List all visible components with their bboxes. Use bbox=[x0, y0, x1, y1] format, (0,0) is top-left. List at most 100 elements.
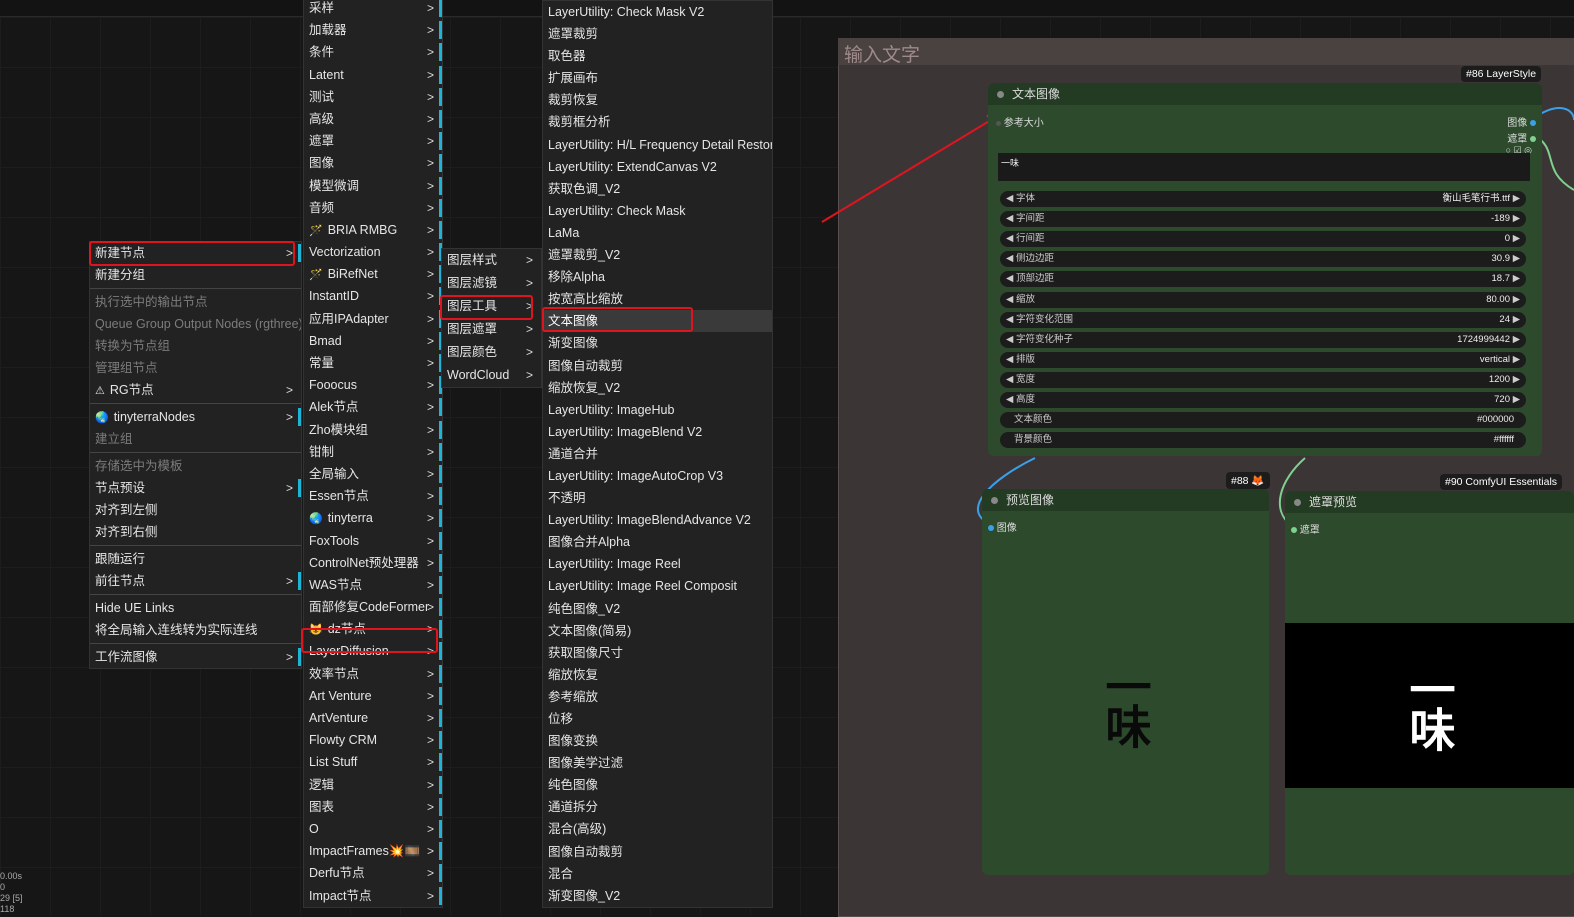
widget-5[interactable]: ◀ 缩放 80.00 ▶ bbox=[1000, 291, 1526, 308]
category-menu-item-29[interactable]: LayerDiffusion > bbox=[304, 640, 442, 662]
decrement-arrow-icon[interactable]: ◀ bbox=[1006, 352, 1013, 368]
category-menu-item-35[interactable]: 逻辑 > bbox=[304, 774, 442, 796]
category-menu-item-38[interactable]: ImpactFrames💥🎞️ > bbox=[304, 840, 442, 862]
category-menu-item-17[interactable]: Fooocus > bbox=[304, 374, 442, 396]
main-menu-item-18[interactable]: 前往节点 > bbox=[90, 570, 301, 592]
main-menu-item-17[interactable]: 跟随运行 bbox=[90, 548, 301, 570]
widget-12[interactable]: 背景颜色 #ffffff bbox=[1000, 432, 1526, 449]
node-header[interactable]: 遮罩预览 bbox=[1285, 491, 1574, 513]
dz-menu-item-1[interactable]: 图层滤镜 > bbox=[442, 272, 541, 295]
category-menu-item-28[interactable]: 😺 dz节点 > bbox=[304, 618, 442, 640]
dz-menu-item-4[interactable]: 图层颜色 > bbox=[442, 341, 541, 364]
main-menu-item-0[interactable]: 新建节点 > bbox=[90, 242, 301, 264]
output-port-mask[interactable]: 遮罩 bbox=[1507, 130, 1536, 145]
tools-menu-item-22[interactable]: 不透明 bbox=[543, 487, 772, 509]
increment-arrow-icon[interactable]: ▶ bbox=[1513, 392, 1520, 408]
category-menu-item-40[interactable]: Impact节点 > bbox=[304, 885, 442, 907]
tools-menu-item-7[interactable]: LayerUtility: ExtendCanvas V2 bbox=[543, 156, 772, 178]
increment-arrow-icon[interactable]: ▶ bbox=[1513, 251, 1520, 267]
widget-6[interactable]: ◀ 字符变化范围 24 ▶ bbox=[1000, 311, 1526, 328]
category-menu-item-12[interactable]: 🪄 BiRefNet > bbox=[304, 263, 442, 285]
widget-3[interactable]: ◀ 侧边边距 30.9 ▶ bbox=[1000, 251, 1526, 268]
tools-menu-item-16[interactable]: 图像自动裁剪 bbox=[543, 355, 772, 377]
tools-menu-item-39[interactable]: 混合 bbox=[543, 863, 772, 885]
tools-menu-item-6[interactable]: LayerUtility: H/L Frequency Detail Resto… bbox=[543, 134, 772, 156]
widget-8[interactable]: ◀ 排版 vertical ▶ bbox=[1000, 351, 1526, 368]
tools-menu-item-2[interactable]: 取色器 bbox=[543, 45, 772, 67]
group-title-bar[interactable]: 输入文字 bbox=[838, 38, 1574, 66]
tools-menu-item-23[interactable]: LayerUtility: ImageBlendAdvance V2 bbox=[543, 509, 772, 531]
input-port-image[interactable]: 图像 bbox=[988, 519, 1017, 534]
tools-menu-item-20[interactable]: 通道合并 bbox=[543, 443, 772, 465]
decrement-arrow-icon[interactable]: ◀ bbox=[1006, 312, 1013, 328]
category-menu-item-25[interactable]: ControlNet预处理器 > bbox=[304, 552, 442, 574]
increment-arrow-icon[interactable]: ▶ bbox=[1513, 332, 1520, 348]
dz-menu-item-2[interactable]: 图层工具 > bbox=[442, 295, 541, 318]
main-menu-item-14[interactable]: 对齐到左侧 bbox=[90, 499, 301, 521]
increment-arrow-icon[interactable]: ▶ bbox=[1513, 211, 1520, 227]
category-menu-item-36[interactable]: 图表 > bbox=[304, 796, 442, 818]
category-menu-item-26[interactable]: WAS节点 > bbox=[304, 574, 442, 596]
input-port-mask[interactable]: 遮罩 bbox=[1291, 521, 1320, 536]
category-menu-item-4[interactable]: 测试 > bbox=[304, 86, 442, 108]
widget-1[interactable]: ◀ 字间距 -189 ▶ bbox=[1000, 211, 1526, 228]
input-port-ref-size[interactable]: 参考大小 bbox=[996, 114, 1044, 129]
preview-image-node[interactable]: 预览图像 图像 一味 bbox=[982, 489, 1269, 875]
tools-menu-item-38[interactable]: 图像自动裁剪 bbox=[543, 841, 772, 863]
widget-10[interactable]: ◀ 高度 720 ▶ bbox=[1000, 392, 1526, 408]
tools-menu-item-29[interactable]: 获取图像尺寸 bbox=[543, 642, 772, 664]
main-menu-item-9[interactable]: 🌏 tinyterraNodes > bbox=[90, 406, 301, 428]
tools-menu-item-36[interactable]: 通道拆分 bbox=[543, 796, 772, 818]
widget-11[interactable]: 文本颜色 #000000 bbox=[1000, 412, 1526, 429]
main-menu-item-7[interactable]: ⚠ RG节点 > bbox=[90, 379, 301, 401]
decrement-arrow-icon[interactable]: ◀ bbox=[1006, 271, 1013, 287]
increment-arrow-icon[interactable]: ▶ bbox=[1513, 352, 1520, 368]
main-menu-item-21[interactable]: 将全局输入连线转为实际连线 bbox=[90, 619, 301, 641]
decrement-arrow-icon[interactable]: ◀ bbox=[1006, 332, 1013, 348]
category-menu-item-34[interactable]: List Stuff > bbox=[304, 751, 442, 773]
output-port-image[interactable]: 图像 bbox=[1507, 114, 1536, 129]
tools-menu-item-10[interactable]: LaMa bbox=[543, 222, 772, 244]
tools-menu-item-12[interactable]: 移除Alpha bbox=[543, 266, 772, 288]
tools-menu-item-8[interactable]: 获取色调_V2 bbox=[543, 178, 772, 200]
tools-menu-item-34[interactable]: 图像美学过滤 bbox=[543, 752, 772, 774]
category-menu-item-14[interactable]: 应用IPAdapter > bbox=[304, 308, 442, 330]
decrement-arrow-icon[interactable]: ◀ bbox=[1006, 372, 1013, 388]
category-menu-item-9[interactable]: 音频 > bbox=[304, 197, 442, 219]
category-menu-item-11[interactable]: Vectorization > bbox=[304, 241, 442, 263]
category-menu-item-7[interactable]: 图像 > bbox=[304, 152, 442, 174]
category-menu-item-21[interactable]: 全局输入 > bbox=[304, 463, 442, 485]
category-menu-item-1[interactable]: 加载器 > bbox=[304, 19, 442, 41]
decrement-arrow-icon[interactable]: ◀ bbox=[1006, 392, 1013, 408]
category-menu-item-20[interactable]: 钳制 > bbox=[304, 441, 442, 463]
dz-menu-item-5[interactable]: WordCloud > bbox=[442, 364, 541, 387]
mask-preview-node[interactable]: 遮罩预览 遮罩 一味 bbox=[1285, 491, 1574, 875]
category-menu-item-27[interactable]: 面部修复CodeFormer > bbox=[304, 596, 442, 618]
dz-menu-item-0[interactable]: 图层样式 > bbox=[442, 249, 541, 272]
text-image-node[interactable]: 文本图像 参考大小 图像 遮罩 ○ ☑ ◎ 一味 ◀ 字体 衡山毛笔行书.ttf ▶ ◀… bbox=[988, 83, 1542, 456]
category-menu-item-30[interactable]: 效率节点 > bbox=[304, 663, 442, 685]
category-menu-item-24[interactable]: FoxTools > bbox=[304, 530, 442, 552]
category-menu-item-13[interactable]: InstantID > bbox=[304, 285, 442, 307]
tools-menu-item-3[interactable]: 扩展画布 bbox=[543, 67, 772, 89]
widget-0[interactable]: ◀ 字体 衡山毛笔行书.ttf ▶ bbox=[1000, 191, 1526, 207]
main-menu-item-20[interactable]: Hide UE Links bbox=[90, 597, 301, 619]
tools-menu-item-1[interactable]: 遮罩裁剪 bbox=[543, 23, 772, 45]
tools-menu-item-35[interactable]: 纯色图像 bbox=[543, 774, 772, 796]
category-menu-item-6[interactable]: 遮罩 > bbox=[304, 130, 442, 152]
tools-menu-item-40[interactable]: 渐变图像_V2 bbox=[543, 885, 772, 907]
category-menu-item-15[interactable]: Bmad > bbox=[304, 330, 442, 352]
category-menu-item-19[interactable]: Zho模块组 > bbox=[304, 419, 442, 441]
category-menu-item-33[interactable]: Flowty CRM > bbox=[304, 729, 442, 751]
main-menu-item-23[interactable]: 工作流图像 > bbox=[90, 646, 301, 668]
tools-menu-item-17[interactable]: 缩放恢复_V2 bbox=[543, 377, 772, 399]
category-menu-item-16[interactable]: 常量 > bbox=[304, 352, 442, 374]
text-input[interactable]: 一味 bbox=[998, 153, 1530, 181]
main-menu-item-13[interactable]: 节点预设 > bbox=[90, 477, 301, 499]
increment-arrow-icon[interactable]: ▶ bbox=[1513, 191, 1520, 207]
category-menu-item-10[interactable]: 🪄 BRIA RMBG > bbox=[304, 219, 442, 241]
tools-menu-item-24[interactable]: 图像合并Alpha bbox=[543, 531, 772, 553]
category-menu-item-23[interactable]: 🌏 tinyterra > bbox=[304, 507, 442, 529]
decrement-arrow-icon[interactable]: ◀ bbox=[1006, 211, 1013, 227]
tools-menu-item-0[interactable]: LayerUtility: Check Mask V2 bbox=[543, 1, 772, 23]
